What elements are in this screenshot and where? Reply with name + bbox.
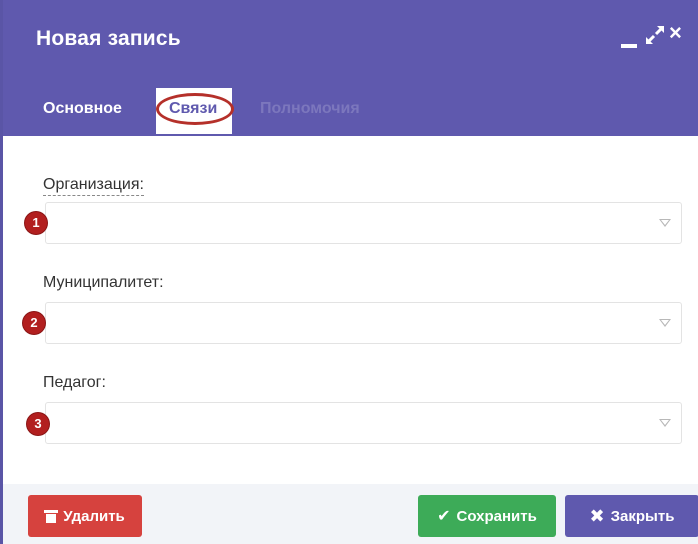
tab-bar: Основное Связи Полномочия [3,86,698,136]
new-record-dialog: Новая запись × Основное Связи Полномочия… [0,0,698,544]
tab-main[interactable]: Основное [43,100,122,118]
save-button-label: Сохранить [456,507,537,525]
delete-button-label: Удалить [63,507,125,525]
save-button[interactable]: ✔ Сохранить [418,495,556,537]
teacher-select[interactable] [45,402,682,444]
dialog-header: Новая запись × Основное Связи Полномочия [3,0,698,136]
close-icon[interactable]: × [669,20,682,46]
delete-button[interactable]: Удалить [28,495,142,537]
municipality-label: Муниципалитет: [43,274,164,291]
minimize-icon[interactable] [621,44,637,48]
check-icon: ✔ [437,508,451,525]
chevron-down-icon[interactable] [659,319,671,327]
chevron-down-icon[interactable] [659,419,671,427]
municipality-select[interactable] [45,302,682,344]
teacher-label: Педагог: [43,374,106,391]
x-icon: ✖ [589,505,605,526]
organization-select[interactable] [45,202,682,244]
dialog-title: Новая запись [36,27,181,50]
close-button[interactable]: ✖ Закрыть [565,495,698,537]
step-marker-1: 1 [25,212,47,234]
chevron-down-icon[interactable] [659,219,671,227]
tab-highlight-annotation [156,93,234,125]
close-button-label: Закрыть [610,507,675,525]
maximize-icon[interactable] [644,24,666,46]
step-marker-2: 2 [23,312,45,334]
trash-icon [44,509,59,523]
organization-label: Организация: [43,176,144,196]
tab-permissions[interactable]: Полномочия [260,100,360,118]
step-marker-3: 3 [27,413,49,435]
